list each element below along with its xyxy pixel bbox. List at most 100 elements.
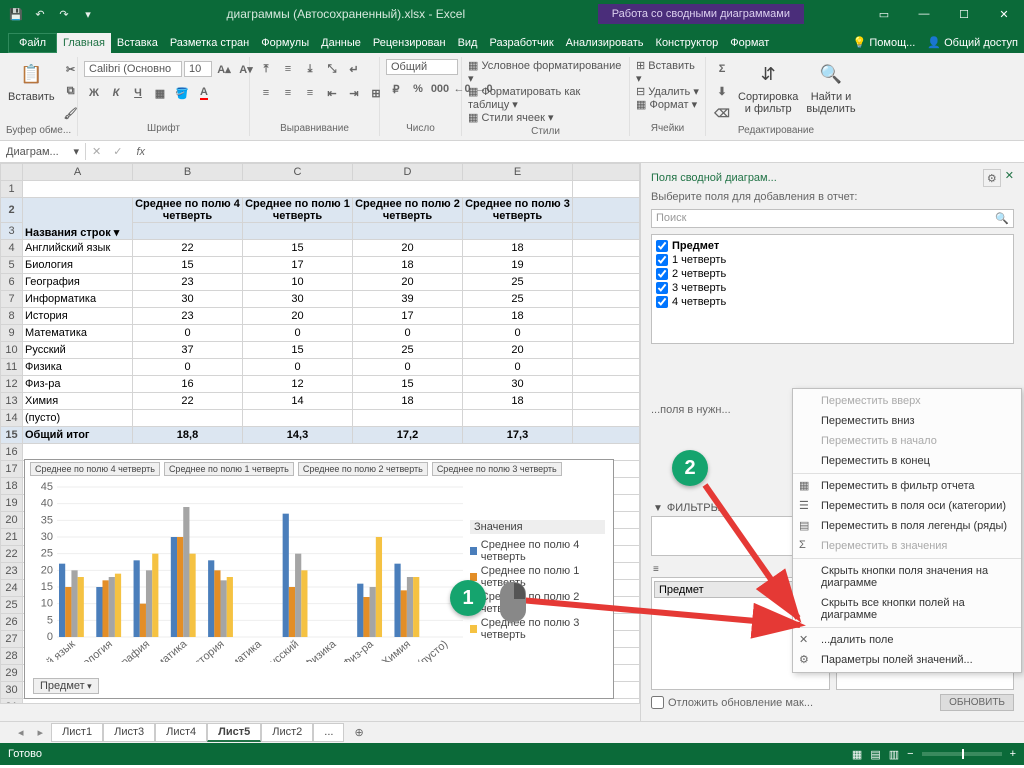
field-item[interactable]: 3 четверть	[656, 281, 1009, 295]
context-menu-item[interactable]: ⚙Параметры полей значений...	[793, 650, 1021, 670]
font-name-select[interactable]: Calibri (Основно	[84, 61, 182, 77]
ribbon-display-icon[interactable]: ▭	[864, 0, 904, 28]
field-item[interactable]: 2 четверть	[656, 267, 1009, 281]
fill-icon[interactable]: ⬇	[712, 81, 732, 101]
tab-file[interactable]: Файл	[8, 33, 57, 53]
tab-tell-me[interactable]: 💡 Помощ...	[847, 32, 922, 53]
minimize-icon[interactable]: —	[904, 0, 944, 28]
currency-icon[interactable]: ₽	[386, 79, 406, 99]
border-icon[interactable]: ▦	[150, 83, 170, 103]
field-search-input[interactable]: Поиск🔍	[651, 209, 1014, 228]
maximize-icon[interactable]: ☐	[944, 0, 984, 28]
tab-view[interactable]: Вид	[452, 33, 484, 53]
delete-cells-button[interactable]: ⊟ Удалить ▾	[636, 85, 699, 98]
fill-color-icon[interactable]: 🪣	[172, 83, 192, 103]
sheet-tab[interactable]: Лист1	[51, 723, 103, 742]
tab-home[interactable]: Главная	[57, 33, 111, 53]
tab-data[interactable]: Данные	[315, 33, 367, 53]
pane-close-icon[interactable]: ✕	[1005, 169, 1014, 187]
italic-button[interactable]: К	[106, 83, 126, 103]
qat-more-icon[interactable]: ▾	[80, 6, 96, 22]
autosum-icon[interactable]: Σ	[712, 59, 732, 79]
increase-font-icon[interactable]: A▴	[214, 59, 234, 79]
tab-share[interactable]: 👤 Общий доступ	[921, 32, 1024, 53]
sheet-tab[interactable]: ...	[313, 723, 344, 742]
clear-icon[interactable]: ⌫	[712, 103, 732, 123]
sheet-nav-next-icon[interactable]: ▸	[32, 726, 50, 739]
cond-format-button[interactable]: ▦ Условное форматирование ▾	[468, 59, 623, 85]
defer-checkbox[interactable]	[651, 696, 664, 709]
enter-formula-icon[interactable]: ✓	[107, 145, 128, 158]
zoom-slider[interactable]	[922, 752, 1002, 756]
horizontal-scrollbar[interactable]	[0, 703, 640, 721]
tab-formulas[interactable]: Формулы	[255, 33, 315, 53]
sheet-tab[interactable]: Лист2	[261, 723, 313, 742]
bold-button[interactable]: Ж	[84, 83, 104, 103]
field-item[interactable]: 4 четверть	[656, 295, 1009, 309]
align-center-icon[interactable]: ≡	[278, 83, 298, 103]
cancel-formula-icon[interactable]: ✕	[86, 145, 107, 158]
tab-insert[interactable]: Вставка	[111, 33, 164, 53]
chart-field-button[interactable]: Предмет ▾	[33, 678, 99, 694]
pane-settings-icon[interactable]: ⚙	[983, 169, 1001, 187]
chart-value-button[interactable]: Среднее по полю 4 четверть	[30, 462, 160, 476]
align-right-icon[interactable]: ≡	[300, 83, 320, 103]
context-menu-item[interactable]: ▦Переместить в фильтр отчета	[793, 476, 1021, 496]
field-item[interactable]: Предмет	[656, 239, 1009, 253]
sheet-tab[interactable]: Лист5	[207, 723, 261, 742]
context-menu-item[interactable]: Переместить вниз	[793, 411, 1021, 431]
align-left-icon[interactable]: ≡	[256, 83, 276, 103]
orientation-icon[interactable]: ⤡	[322, 59, 342, 79]
format-table-button[interactable]: ▦ Форматировать как таблицу ▾	[468, 85, 623, 111]
sheet-tab[interactable]: Лист3	[103, 723, 155, 742]
tab-layout[interactable]: Разметка стран	[164, 33, 255, 53]
number-format-select[interactable]: Общий	[386, 59, 458, 75]
context-menu-item[interactable]: Переместить в конец	[793, 451, 1021, 471]
cell-styles-button[interactable]: ▦ Стили ячеек ▾	[468, 111, 554, 124]
save-icon[interactable]: 💾	[8, 6, 24, 22]
format-cells-button[interactable]: ▦ Формат ▾	[636, 98, 697, 111]
comma-icon[interactable]: 000	[430, 79, 450, 99]
close-icon[interactable]: ✕	[984, 0, 1024, 28]
chart-value-button[interactable]: Среднее по полю 2 четверть	[298, 462, 428, 476]
sort-filter-button[interactable]: ⇵Сортировка и фильтр	[736, 59, 800, 117]
fx-icon[interactable]: fx	[128, 146, 153, 158]
sheet-nav-prev-icon[interactable]: ◂	[12, 726, 30, 739]
zoom-out-icon[interactable]: −	[907, 748, 913, 760]
font-size-select[interactable]: 10	[184, 61, 212, 77]
undo-icon[interactable]: ↶	[32, 6, 48, 22]
context-menu-item[interactable]: ✕...далить поле	[793, 630, 1021, 650]
context-menu-item[interactable]: ☰Переместить в поля оси (категории)	[793, 496, 1021, 516]
indent-dec-icon[interactable]: ⇤	[322, 83, 342, 103]
indent-inc-icon[interactable]: ⇥	[344, 83, 364, 103]
field-item[interactable]: 1 четверть	[656, 253, 1009, 267]
context-menu-item[interactable]: ▤Переместить в поля легенды (ряды)	[793, 516, 1021, 536]
context-menu-item[interactable]: Скрыть кнопки поля значения на диаграмме	[793, 561, 1021, 593]
update-button[interactable]: ОБНОВИТЬ	[940, 694, 1014, 711]
align-bottom-icon[interactable]: ⤓	[300, 59, 320, 79]
name-box[interactable]: Диаграм...▾	[0, 143, 86, 160]
sheet-tab[interactable]: Лист4	[155, 723, 207, 742]
view-normal-icon[interactable]: ▦	[852, 748, 862, 761]
view-break-icon[interactable]: ▥	[889, 748, 899, 761]
new-sheet-icon[interactable]: ⊕	[346, 726, 371, 739]
tab-format[interactable]: Формат	[724, 33, 775, 53]
redo-icon[interactable]: ↷	[56, 6, 72, 22]
align-middle-icon[interactable]: ≡	[278, 59, 298, 79]
tab-design[interactable]: Конструктор	[650, 33, 725, 53]
chart-value-button[interactable]: Среднее по полю 1 четверть	[164, 462, 294, 476]
paste-button[interactable]: 📋Вставить	[6, 59, 57, 105]
context-menu-item[interactable]: Скрыть все кнопки полей на диаграмме	[793, 593, 1021, 625]
tab-review[interactable]: Рецензирован	[367, 33, 452, 53]
zoom-in-icon[interactable]: +	[1010, 748, 1016, 760]
align-top-icon[interactable]: ⤒	[256, 59, 276, 79]
tab-analyze[interactable]: Анализировать	[560, 33, 650, 53]
underline-button[interactable]: Ч	[128, 83, 148, 103]
tab-developer[interactable]: Разработчик	[483, 33, 559, 53]
font-color-icon[interactable]: A	[194, 83, 214, 103]
insert-cells-button[interactable]: ⊞ Вставить ▾	[636, 59, 699, 85]
view-page-icon[interactable]: ▤	[870, 748, 880, 761]
find-select-button[interactable]: 🔍Найти и выделить	[804, 59, 857, 117]
wrap-text-icon[interactable]: ↵	[344, 59, 364, 79]
percent-icon[interactable]: %	[408, 79, 428, 99]
